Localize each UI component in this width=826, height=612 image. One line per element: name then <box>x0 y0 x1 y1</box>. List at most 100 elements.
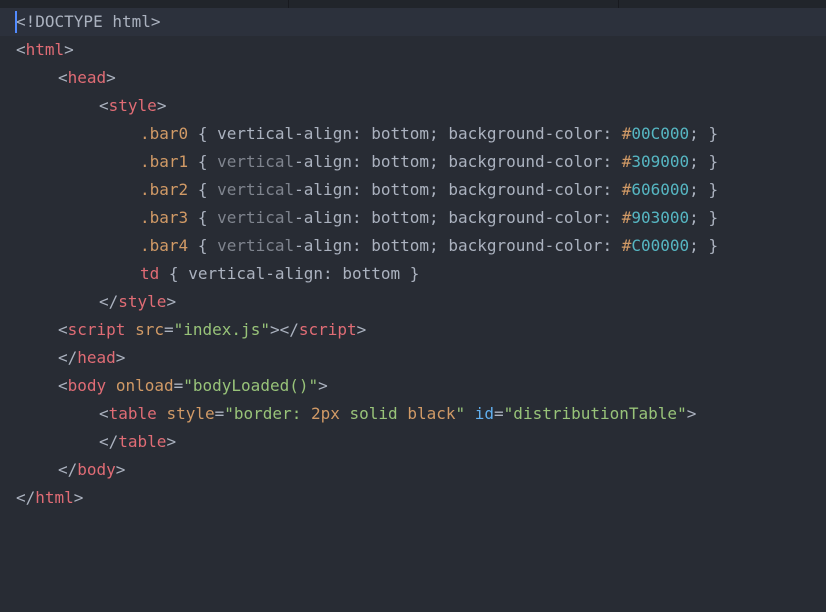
code-line-8[interactable]: .bar3 { vertical-align: bottom; backgrou… <box>0 204 826 232</box>
colon: : <box>602 124 613 143</box>
attribute-value: "border: <box>224 404 311 423</box>
css-value: bottom <box>371 152 430 171</box>
code-line-4[interactable]: <style> <box>0 92 826 120</box>
tag-name: style <box>108 96 157 115</box>
brace-close: } <box>708 236 719 255</box>
code-editor[interactable]: <!DOCTYPE html> <html> <head> <style> .b… <box>0 0 826 612</box>
code-line-9[interactable]: .bar4 { vertical-align: bottom; backgrou… <box>0 232 826 260</box>
attribute-value: "distributionTable" <box>503 404 687 423</box>
code-area[interactable]: <!DOCTYPE html> <html> <head> <style> .b… <box>0 8 826 512</box>
code-line-3[interactable]: <head> <box>0 64 826 92</box>
css-value: bottom <box>371 124 430 143</box>
colon: : <box>351 208 362 227</box>
code-line-11[interactable]: </style> <box>0 288 826 316</box>
css-property: background-color <box>448 208 603 227</box>
css-value: bottom <box>371 180 430 199</box>
brace-close: } <box>708 124 719 143</box>
hex-hash: # <box>621 236 632 255</box>
colon: : <box>351 236 362 255</box>
semicolon: ; <box>429 124 439 143</box>
tag-close: > <box>166 292 177 311</box>
colon: : <box>323 264 333 283</box>
css-property: vertical <box>217 208 295 227</box>
code-line-17[interactable]: </body> <box>0 456 826 484</box>
attribute-name: src <box>135 320 164 339</box>
code-line-13[interactable]: </head> <box>0 344 826 372</box>
css-property: -align <box>294 236 352 255</box>
tag-open: </ <box>16 488 36 507</box>
code-line-2[interactable]: <html> <box>0 36 826 64</box>
attribute-value: "index.js" <box>173 320 270 339</box>
semicolon: ; <box>429 236 439 255</box>
tag-close: > <box>166 432 177 451</box>
hex-hash: # <box>621 208 632 227</box>
tag-open: < <box>99 96 109 115</box>
tag-name: style <box>118 292 167 311</box>
brace-open: { <box>197 152 208 171</box>
tag-name: script <box>67 320 126 339</box>
hex-color-value: C00000 <box>631 236 690 255</box>
tag-close: > <box>156 96 167 115</box>
tag-close: > <box>115 348 126 367</box>
tag-close: > <box>64 40 74 59</box>
css-property: background-color <box>448 180 603 199</box>
hex-color-value: 00C000 <box>631 124 690 143</box>
tag-open: </ <box>99 432 119 451</box>
code-line-7[interactable]: .bar2 { vertical-align: bottom; backgrou… <box>0 176 826 204</box>
equals: = <box>214 404 225 423</box>
css-selector: td <box>140 264 160 283</box>
code-line-6[interactable]: .bar1 { vertical-align: bottom; backgrou… <box>0 148 826 176</box>
tag-close: > <box>73 488 84 507</box>
css-property: vertical <box>217 152 295 171</box>
brace-open: { <box>197 124 208 143</box>
code-line-5[interactable]: .bar0 { vertical-align: bottom; backgrou… <box>0 120 826 148</box>
semicolon: ; <box>689 124 699 143</box>
css-selector: .bar2 <box>140 180 189 199</box>
semicolon: ; <box>429 180 439 199</box>
css-selector: .bar3 <box>140 208 189 227</box>
brace-open: { <box>197 208 208 227</box>
tag-open: </ <box>58 348 78 367</box>
css-property: -align <box>294 152 352 171</box>
css-property: vertical <box>217 124 295 143</box>
attribute-name: id <box>474 404 495 423</box>
code-line-15[interactable]: <table style="border: 2px solid black" i… <box>0 400 826 428</box>
hex-hash: # <box>621 152 632 171</box>
semicolon: ; <box>689 152 699 171</box>
brace-close: } <box>409 264 420 283</box>
tag-close: > <box>115 460 126 479</box>
tag-name: head <box>67 68 107 87</box>
css-property: vertical-align <box>188 264 324 283</box>
tab-strip <box>0 0 826 8</box>
css-property: background-color <box>448 236 603 255</box>
tab-divider <box>618 0 619 8</box>
css-number: 2px <box>310 404 340 423</box>
css-value: bottom <box>371 208 430 227</box>
attribute-name: style <box>166 404 215 423</box>
brace-open: { <box>197 180 208 199</box>
css-property: vertical <box>217 180 295 199</box>
code-line-14[interactable]: <body onload="bodyLoaded()"> <box>0 372 826 400</box>
code-line-1[interactable]: <!DOCTYPE html> <box>0 8 826 36</box>
tag-close: > <box>686 404 697 423</box>
colon: : <box>602 152 613 171</box>
hex-color-value: 606000 <box>631 180 690 199</box>
doctype: <!DOCTYPE html> <box>16 12 161 31</box>
tag-open: < <box>58 68 68 87</box>
code-line-16[interactable]: </table> <box>0 428 826 456</box>
tag-name: table <box>108 404 157 423</box>
code-line-10[interactable]: td { vertical-align: bottom } <box>0 260 826 288</box>
colon: : <box>602 236 613 255</box>
code-line-12[interactable]: <script src="index.js"></script> <box>0 316 826 344</box>
tag-name: body <box>67 376 107 395</box>
css-property: vertical <box>217 236 295 255</box>
hex-color-value: 903000 <box>631 208 690 227</box>
code-line-18[interactable]: </html> <box>0 484 826 512</box>
tag-name: html <box>25 40 65 59</box>
css-value: bottom <box>342 264 401 283</box>
attribute-value: solid <box>339 404 408 423</box>
semicolon: ; <box>689 236 699 255</box>
tag-open: < <box>99 404 109 423</box>
css-keyword: black <box>407 404 456 423</box>
tag-open: < <box>16 40 26 59</box>
